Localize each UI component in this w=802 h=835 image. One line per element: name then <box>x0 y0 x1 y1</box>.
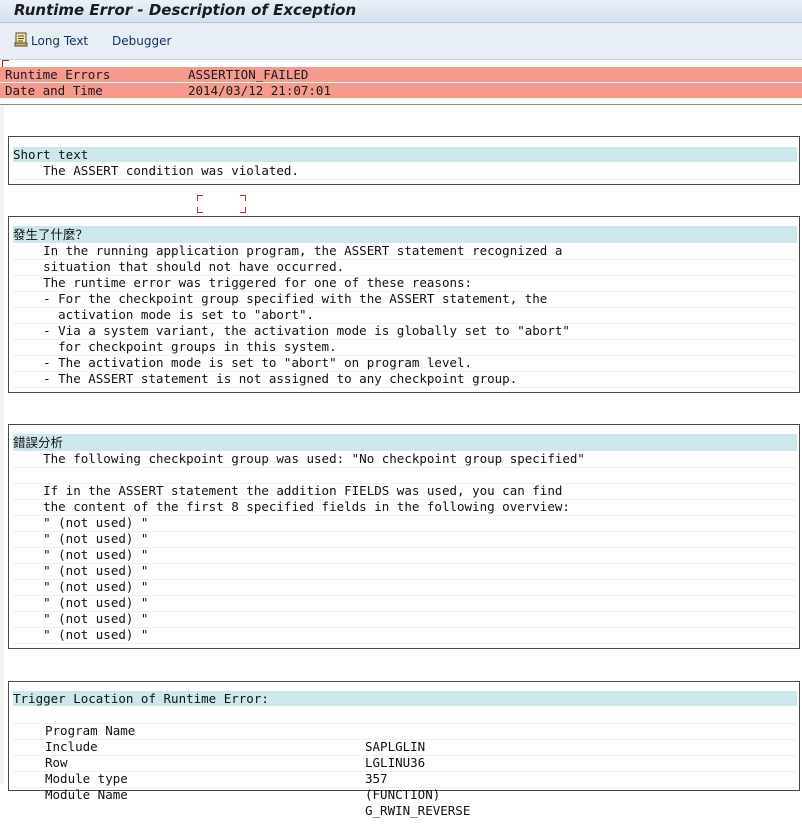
text-line: The following checkpoint group was used:… <box>13 451 797 468</box>
module-name-row: Module Name G_RWIN_REVERSE <box>13 771 797 818</box>
long-text-label: Long Text <box>31 34 89 48</box>
field-value-line: " (not used) " <box>13 547 797 564</box>
text-line: The ASSERT condition was violated. <box>13 163 797 180</box>
corner-marker <box>2 60 9 67</box>
error-analysis-heading: 錯誤分析 <box>13 434 797 451</box>
trigger-location-heading: Trigger Location of Runtime Error: <box>13 691 797 706</box>
row-value: G_RWIN_REVERSE <box>365 803 471 818</box>
field-value-line: " (not used) " <box>13 563 797 580</box>
short-text-section: Short text The ASSERT condition was viol… <box>8 136 800 185</box>
trigger-location-section: Trigger Location of Runtime Error: Progr… <box>8 681 800 818</box>
left-margin <box>0 105 4 784</box>
include-row: Include LGLINU36 <box>13 723 797 770</box>
text-line: In the running application program, the … <box>13 243 797 260</box>
what-happened-section: 發生了什麼？ In the running application progra… <box>8 216 800 393</box>
row-value: (FUNCTION) <box>365 787 441 802</box>
text-line: The runtime error was triggered for one … <box>13 275 797 292</box>
date-time-value: 2014/03/12 21:07:01 <box>188 83 331 98</box>
application-toolbar: Long Text Debugger <box>0 23 802 60</box>
text-line: activation mode is set to "abort". <box>13 307 797 324</box>
field-value-line: " (not used) " <box>13 595 797 612</box>
text-line: - The activation mode is set to "abort" … <box>13 355 797 372</box>
field-value-line: " (not used) " <box>13 531 797 548</box>
cursor-placeholder <box>197 195 246 213</box>
text-line: - Via a system variant, the activation m… <box>13 323 797 340</box>
debugger-button[interactable]: Debugger <box>112 32 171 50</box>
field-value-line: " (not used) " <box>13 627 797 644</box>
module-type-row: Module type (FUNCTION) <box>13 755 797 802</box>
program-name-row: Program Name SAPLGLIN <box>13 707 797 754</box>
text-line: the content of the first 8 specified fie… <box>13 499 797 516</box>
text-line: - For the checkpoint group specified wit… <box>13 291 797 308</box>
date-time-label: Date and Time <box>5 83 103 98</box>
text-line <box>13 467 797 484</box>
field-value-line: " (not used) " <box>13 515 797 532</box>
text-line: If in the ASSERT statement the addition … <box>13 483 797 500</box>
runtime-errors-label: Runtime Errors <box>5 67 111 82</box>
error-header: Runtime Errors ASSERTION_FAILED Date and… <box>0 60 802 105</box>
runtime-errors-row: Runtime Errors ASSERTION_FAILED <box>0 67 802 82</box>
what-happened-heading: 發生了什麼？ <box>13 226 797 243</box>
date-time-row: Date and Time 2014/03/12 21:07:01 <box>0 83 802 98</box>
long-text-button[interactable]: Long Text <box>14 32 88 50</box>
text-line: - The ASSERT statement is not assigned t… <box>13 371 797 388</box>
text-line: for checkpoint groups in this system. <box>13 339 797 356</box>
title-bar: Runtime Error - Description of Exception <box>0 0 802 23</box>
field-value-line: " (not used) " <box>13 611 797 628</box>
row-number-row: Row 357 <box>13 739 797 786</box>
text-line: situation that should not have occurred. <box>13 259 797 276</box>
window-title: Runtime Error - Description of Exception <box>14 1 357 19</box>
error-analysis-section: 錯誤分析 The following checkpoint group was … <box>8 424 800 649</box>
debugger-label: Debugger <box>112 34 172 48</box>
runtime-errors-value: ASSERTION_FAILED <box>188 67 309 82</box>
field-value-line: " (not used) " <box>13 579 797 596</box>
row-key: Module Name <box>45 787 128 802</box>
short-text-heading: Short text <box>13 147 797 162</box>
long-text-icon <box>14 32 31 50</box>
